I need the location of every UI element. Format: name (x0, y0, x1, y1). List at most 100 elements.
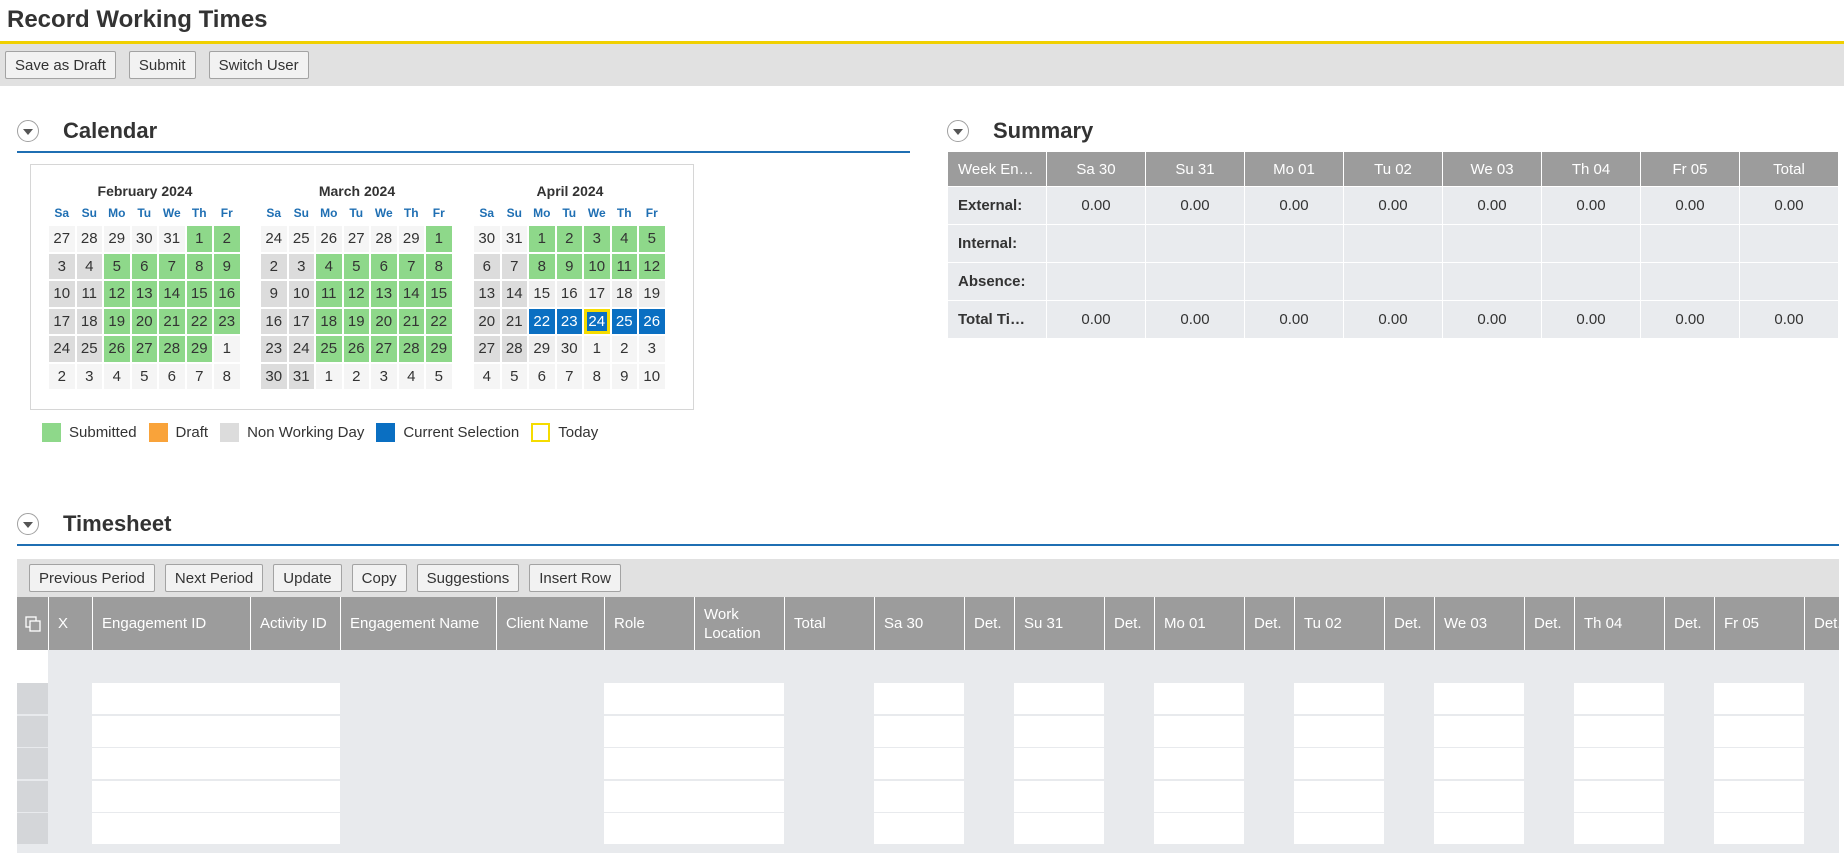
calendar-day[interactable]: 8 (426, 253, 452, 279)
timesheet-input-cell[interactable] (1294, 683, 1384, 714)
calendar-day[interactable]: 11 (76, 281, 102, 307)
calendar-day[interactable]: 7 (159, 253, 185, 279)
calendar-day[interactable]: 18 (316, 308, 342, 334)
calendar-day[interactable]: 30 (261, 363, 287, 389)
calendar-day[interactable]: 27 (49, 226, 75, 252)
calendar-day[interactable]: 26 (104, 336, 130, 362)
calendar-day[interactable]: 1 (426, 226, 452, 252)
calendar-day[interactable]: 12 (343, 281, 369, 307)
calendar-day[interactable]: 1 (584, 336, 610, 362)
calendar-day[interactable]: 22 (186, 308, 212, 334)
calendar-day[interactable]: 31 (288, 363, 314, 389)
timesheet-input-cell[interactable] (1714, 683, 1804, 714)
calendar-day[interactable]: 26 (639, 308, 665, 334)
calendar-day[interactable]: 7 (556, 363, 582, 389)
save-as-draft-button[interactable]: Save as Draft (5, 51, 116, 79)
calendar-day[interactable]: 10 (49, 281, 75, 307)
calendar-day[interactable]: 27 (343, 226, 369, 252)
calendar-day[interactable]: 15 (186, 281, 212, 307)
timesheet-input-cell[interactable] (1294, 780, 1384, 812)
calendar-day[interactable]: 5 (426, 363, 452, 389)
calendar-day[interactable]: 6 (371, 253, 397, 279)
calendar-day[interactable]: 23 (261, 336, 287, 362)
timesheet-input-cell[interactable] (92, 683, 340, 714)
timesheet-input-cell[interactable] (1294, 748, 1384, 779)
timesheet-input-cell[interactable] (1154, 715, 1244, 747)
calendar-day[interactable]: 16 (556, 281, 582, 307)
calendar-day[interactable]: 22 (529, 308, 555, 334)
calendar-day[interactable]: 9 (214, 253, 240, 279)
previous-period-button[interactable]: Previous Period (29, 564, 155, 592)
update-button[interactable]: Update (273, 564, 342, 592)
timesheet-input-cell[interactable] (874, 683, 964, 714)
calendar-day[interactable]: 5 (639, 226, 665, 252)
timesheet-input-cell[interactable] (1714, 715, 1804, 747)
calendar-day[interactable]: 3 (584, 226, 610, 252)
calendar-day[interactable]: 2 (556, 226, 582, 252)
timesheet-input-cell[interactable] (1154, 813, 1244, 844)
collapse-timesheet-icon[interactable] (17, 513, 39, 535)
calendar-day[interactable]: 23 (214, 308, 240, 334)
calendar-day[interactable]: 21 (159, 308, 185, 334)
copy-button[interactable]: Copy (351, 564, 407, 592)
select-all-icon[interactable] (17, 597, 48, 650)
calendar-day[interactable]: 16 (261, 308, 287, 334)
calendar-day[interactable]: 27 (474, 336, 500, 362)
timesheet-input-cell[interactable] (1014, 715, 1104, 747)
next-period-button[interactable]: Next Period (164, 564, 264, 592)
calendar-day[interactable]: 20 (131, 308, 157, 334)
calendar-day[interactable]: 3 (49, 253, 75, 279)
calendar-day[interactable]: 8 (529, 253, 555, 279)
timesheet-input-cell[interactable] (1434, 780, 1524, 812)
collapse-calendar-icon[interactable] (17, 119, 39, 142)
calendar-day[interactable]: 13 (131, 281, 157, 307)
collapse-summary-icon[interactable] (947, 119, 969, 142)
calendar-day[interactable]: 12 (639, 253, 665, 279)
row-selector[interactable] (17, 780, 48, 812)
calendar-day[interactable]: 14 (159, 281, 185, 307)
row-selector[interactable] (17, 715, 48, 747)
calendar-day[interactable]: 9 (261, 281, 287, 307)
suggestions-button[interactable]: Suggestions (416, 564, 520, 592)
calendar-day[interactable]: 13 (371, 281, 397, 307)
calendar-day[interactable]: 18 (611, 281, 637, 307)
timesheet-input-cell[interactable] (1154, 748, 1244, 779)
calendar-day[interactable]: 5 (501, 363, 527, 389)
calendar-day[interactable]: 12 (104, 281, 130, 307)
timesheet-input-cell[interactable] (1434, 748, 1524, 779)
calendar-day[interactable]: 29 (426, 336, 452, 362)
calendar-day[interactable]: 14 (398, 281, 424, 307)
calendar-day[interactable]: 1 (214, 336, 240, 362)
calendar-day[interactable]: 14 (501, 281, 527, 307)
calendar-day[interactable]: 7 (186, 363, 212, 389)
calendar-day[interactable]: 6 (529, 363, 555, 389)
calendar-day[interactable]: 28 (501, 336, 527, 362)
calendar-day[interactable]: 24 (49, 336, 75, 362)
calendar-day[interactable]: 6 (159, 363, 185, 389)
calendar-day[interactable]: 29 (104, 226, 130, 252)
insert-row-button[interactable]: Insert Row (529, 564, 621, 592)
timesheet-input-cell[interactable] (604, 813, 784, 844)
calendar-day[interactable]: 4 (611, 226, 637, 252)
calendar-day[interactable]: 15 (529, 281, 555, 307)
submit-button[interactable]: Submit (128, 51, 196, 79)
calendar-day[interactable]: 21 (398, 308, 424, 334)
timesheet-input-cell[interactable] (1434, 813, 1524, 844)
calendar-day[interactable]: 17 (584, 281, 610, 307)
calendar-day[interactable]: 4 (474, 363, 500, 389)
calendar-day[interactable]: 21 (501, 308, 527, 334)
calendar-day[interactable]: 11 (611, 253, 637, 279)
calendar-day[interactable]: 20 (474, 308, 500, 334)
timesheet-input-cell[interactable] (1574, 780, 1664, 812)
calendar-day[interactable]: 19 (104, 308, 130, 334)
calendar-day[interactable]: 3 (371, 363, 397, 389)
timesheet-input-cell[interactable] (92, 748, 340, 779)
calendar-day[interactable]: 17 (288, 308, 314, 334)
calendar-day[interactable]: 7 (501, 253, 527, 279)
calendar-day[interactable]: 17 (49, 308, 75, 334)
calendar-day[interactable]: 22 (426, 308, 452, 334)
timesheet-input-cell[interactable] (604, 780, 784, 812)
timesheet-input-cell[interactable] (604, 748, 784, 779)
timesheet-input-cell[interactable] (604, 715, 784, 747)
calendar-day[interactable]: 2 (343, 363, 369, 389)
